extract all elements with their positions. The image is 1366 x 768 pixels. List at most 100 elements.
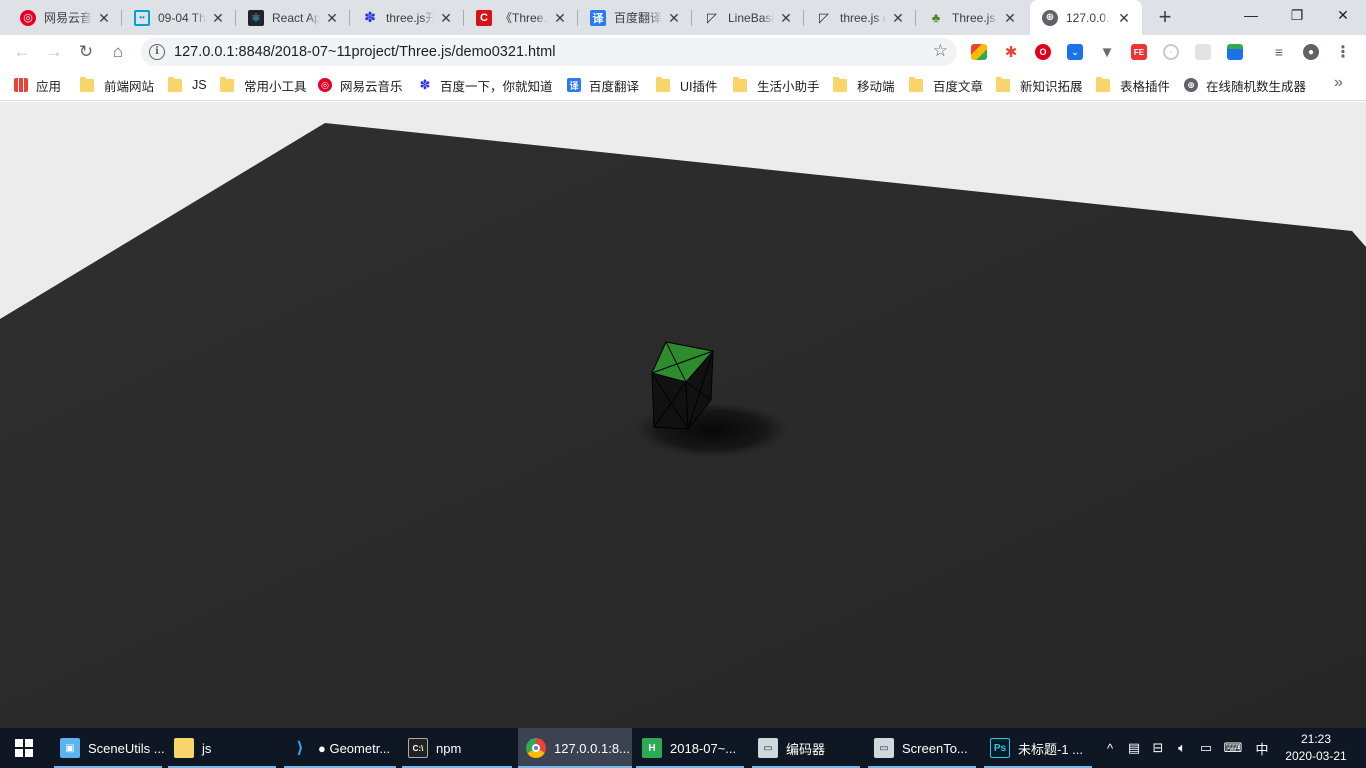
close-window-button[interactable]: ✕ <box>1320 0 1366 30</box>
taskbar-screentogif[interactable]: ▭ ScreenTo... <box>868 728 976 768</box>
bookmark-folder-ui-plugins[interactable]: UI插件 <box>656 75 718 95</box>
address-bar[interactable]: i 127.0.0.1:8848/2018-07~11project/Three… <box>141 38 957 66</box>
photoshop-icon: Ps <box>990 738 1010 758</box>
bookmark-folder-life[interactable]: 生活小助手 <box>733 75 820 95</box>
qr-extension-icon[interactable] <box>1195 44 1211 60</box>
tab-title: 《Three.js》 <box>500 11 548 25</box>
tab-react-app[interactable]: ⚛ React App ✕ <box>236 0 350 35</box>
close-icon[interactable]: ✕ <box>324 10 340 26</box>
baidu-paw-icon: ✽ <box>364 9 376 25</box>
bookmark-random-generator[interactable]: ⊕ 在线随机数生成器 <box>1184 75 1306 95</box>
close-icon[interactable]: ✕ <box>890 10 906 26</box>
windows-logo-icon <box>15 739 33 757</box>
network-icon[interactable]: ⊟ <box>1148 728 1168 768</box>
profile-avatar-icon[interactable]: ● <box>1303 44 1319 60</box>
keyboard-icon[interactable]: ⌨︎ <box>1221 728 1245 768</box>
bookmark-star-icon[interactable]: ☆ <box>933 41 948 61</box>
taskbar-encoder[interactable]: ▭ 编码器 <box>752 728 860 768</box>
home-button[interactable]: ⌂ <box>104 38 132 66</box>
address-url[interactable]: 127.0.0.1:8848/2018-07~11project/Three.j… <box>174 44 555 60</box>
bookmark-apps[interactable]: 应用 <box>14 75 61 95</box>
tab-threejs-docs[interactable]: ◸ three.js docs ✕ <box>804 0 916 35</box>
bookmark-folder-new-knowledge[interactable]: 新知识拓展 <box>996 75 1083 95</box>
menu-kebab-icon[interactable]: ⋮ <box>1335 44 1351 61</box>
taskbar-npm[interactable]: C:\ npm <box>402 728 512 768</box>
folder-icon <box>733 76 747 92</box>
color-picker-extension-icon[interactable] <box>971 44 987 60</box>
minimize-button[interactable]: — <box>1228 0 1274 30</box>
bookmark-baidu[interactable]: ✽ 百度一下，你就知道 <box>418 75 553 95</box>
threejs-canvas[interactable] <box>0 102 1366 728</box>
volume-icon[interactable]: 🔈︎ <box>1172 728 1192 768</box>
usb-device-icon[interactable]: ▤ <box>1124 728 1144 768</box>
taskbar-js-folder[interactable]: js <box>168 728 276 768</box>
bucket-extension-icon[interactable] <box>1227 44 1243 60</box>
bookmarks-bar: 应用 前端网站 JS 常用小工具 ◎ 网易云音乐 ✽ 百度一下，你就知道 译 百… <box>0 69 1366 101</box>
bookmark-folder-tools[interactable]: 常用小工具 <box>220 75 307 95</box>
close-icon[interactable]: ✕ <box>552 10 568 26</box>
tab-netease-music[interactable]: ◎ 网易云音乐 ✕ <box>8 0 122 35</box>
taskbar-chrome[interactable]: 127.0.0.1:8... <box>518 728 632 768</box>
close-icon[interactable]: ✕ <box>666 10 682 26</box>
folder-icon <box>996 76 1010 92</box>
bookmark-label: 移动端 <box>857 79 895 94</box>
media-control-icon[interactable]: ≡ <box>1271 44 1287 60</box>
taskbar-photoshop[interactable]: Ps 未标题-1 ... <box>984 728 1092 768</box>
close-icon[interactable]: ✕ <box>778 10 794 26</box>
forward-button[interactable]: → <box>40 38 68 66</box>
restore-button[interactable]: ❐ <box>1274 0 1320 30</box>
taskbar-hbuilder[interactable]: H 2018-07~... <box>636 728 744 768</box>
baidu-translate-icon: 译 <box>590 9 606 26</box>
taskbar-label: ● Geometr... <box>318 740 391 756</box>
close-icon[interactable]: ✕ <box>438 10 454 26</box>
close-icon[interactable]: ✕ <box>96 10 112 26</box>
tab-linebasicmaterial[interactable]: ◸ LineBasicMaterial ✕ <box>692 0 804 35</box>
back-button[interactable]: ← <box>8 38 36 66</box>
tab-csdn-threejs[interactable]: C 《Three.js》 ✕ <box>464 0 578 35</box>
new-tab-button[interactable]: + <box>1152 5 1178 31</box>
timer-extension-icon[interactable]: · <box>1163 44 1179 60</box>
bookmark-folder-frontend[interactable]: 前端网站 <box>80 75 154 95</box>
close-icon[interactable]: ✕ <box>1002 10 1018 26</box>
taskbar-sceneutils[interactable]: ▣ SceneUtils ... <box>54 728 165 768</box>
ime-indicator[interactable]: 中 <box>1252 728 1272 768</box>
tab-threejs[interactable]: ♣ Three.js ✕ <box>916 0 1028 35</box>
folder-icon <box>168 76 182 92</box>
folder-icon <box>220 76 234 92</box>
bookmark-folder-articles[interactable]: 百度文章 <box>909 75 983 95</box>
bookmark-folder-js[interactable]: JS <box>168 75 207 95</box>
system-clock[interactable]: 21:23 2020-03-21 <box>1276 731 1356 765</box>
start-button[interactable] <box>0 728 48 768</box>
vue-devtools-icon[interactable]: ▼ <box>1099 44 1115 61</box>
hbuilder-icon: H <box>642 738 662 758</box>
tab-title: 百度翻译 <box>614 11 662 25</box>
opera-extension-icon[interactable]: O <box>1035 44 1051 60</box>
reload-button[interactable]: ↻ <box>72 38 100 66</box>
bookmark-label: 百度一下，你就知道 <box>440 79 553 94</box>
tab-threejs-dev[interactable]: ✽ three.js开发 ✕ <box>350 0 464 35</box>
bookmark-folder-table-plugins[interactable]: 表格插件 <box>1096 75 1170 95</box>
close-icon[interactable]: ✕ <box>1116 10 1132 26</box>
netease-music-icon: ◎ <box>20 9 36 26</box>
bookmark-folder-mobile[interactable]: 移动端 <box>833 75 895 95</box>
tab-baidu-translate[interactable]: 译 百度翻译 ✕ <box>578 0 692 35</box>
bookmark-netease-music[interactable]: ◎ 网易云音乐 <box>318 75 403 95</box>
site-info-icon[interactable]: i <box>149 44 165 60</box>
bookmark-label: 在线随机数生成器 <box>1206 79 1307 94</box>
notification-icon[interactable]: ▭ <box>1196 728 1216 768</box>
pinwheel-extension-icon[interactable]: ✱ <box>1003 44 1019 61</box>
fe-helper-icon[interactable]: FE <box>1131 44 1147 60</box>
tab-bilibili[interactable]: •• 09-04 Three.js ✕ <box>122 0 236 35</box>
apps-grid-icon <box>14 78 28 92</box>
bookmarks-overflow-chevron-icon[interactable]: » <box>1334 74 1343 92</box>
tab-title: three.js docs <box>840 10 886 25</box>
show-hidden-icons-chevron-icon[interactable]: ^ <box>1100 728 1120 768</box>
save-extension-icon[interactable]: ⌄ <box>1067 44 1083 60</box>
bookmark-label: UI插件 <box>680 79 718 94</box>
tab-active-localhost[interactable]: ⊕ 127.0.0.1:8848 ✕ <box>1030 0 1142 35</box>
bookmark-baidu-translate[interactable]: 译 百度翻译 <box>567 75 639 95</box>
taskbar-label: npm <box>436 740 462 756</box>
taskbar-vscode[interactable]: ⟩ ● Geometr... <box>284 728 396 768</box>
close-icon[interactable]: ✕ <box>210 10 226 26</box>
tab-title: Three.js <box>952 10 996 25</box>
